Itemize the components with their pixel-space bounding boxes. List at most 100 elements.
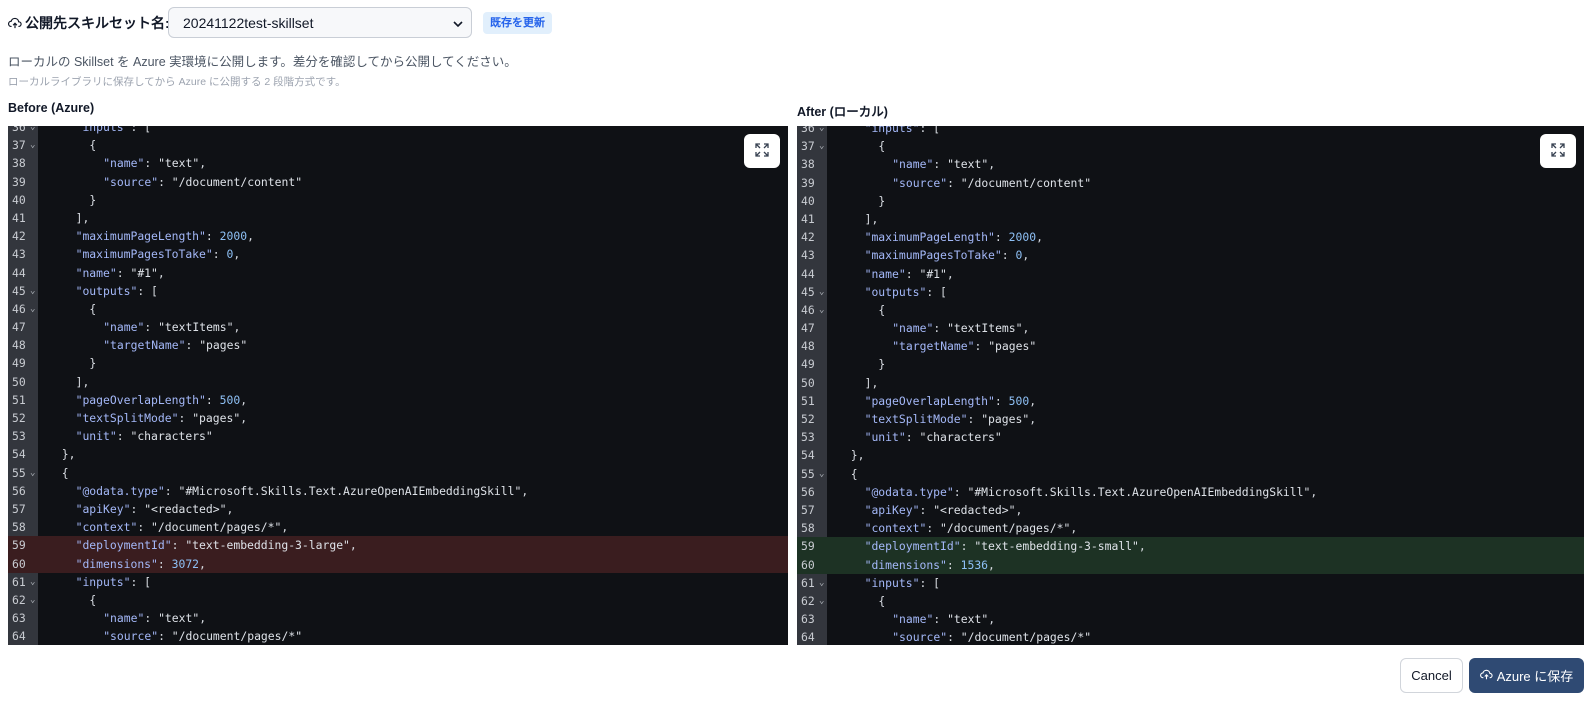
line-number: 53: [801, 430, 815, 445]
code-text: "name": "text",: [103, 154, 206, 172]
code-token: "text": [158, 156, 200, 171]
code-token: : [: [919, 126, 941, 135]
code-line: 54},: [797, 446, 1584, 464]
line-number: 53: [12, 429, 26, 444]
code-line: 38 "name": "text",: [797, 155, 1584, 173]
expand-button[interactable]: [1540, 134, 1576, 168]
skillset-select-value: 20241122test-skillset: [183, 14, 314, 31]
code-token: :: [1001, 248, 1016, 263]
code-line: 42 "maximumPageLength": 2000,: [8, 227, 788, 245]
code-text: "name": "text",: [103, 609, 206, 627]
code-token: ,: [988, 612, 996, 627]
code-token: ,: [233, 247, 241, 262]
code-line: 57 "apiKey": "<redacted>",: [797, 501, 1584, 519]
cloud-upload-icon: [1479, 668, 1493, 683]
code-token: ,: [1022, 248, 1030, 263]
code-lines: 36 ⌄ "inputs": [37 ⌄{38 "name": "text", 39 "so…: [797, 126, 1584, 645]
code-text: "dimensions": 3072,: [76, 555, 206, 573]
code-line: 53 "unit": "characters": [8, 427, 788, 445]
code-token: {: [89, 301, 97, 316]
cancel-button[interactable]: Cancel: [1400, 658, 1463, 693]
line-number: 56: [12, 483, 26, 498]
update-existing-badge: 既存を更新: [483, 12, 552, 34]
code-line: 41],: [8, 209, 788, 227]
code-token: :: [178, 411, 193, 425]
code-token: ,: [946, 266, 954, 281]
code-text: "maximumPageLength": 2000,: [76, 227, 254, 245]
code-text: {: [89, 300, 96, 318]
code-text: {: [89, 591, 96, 609]
code-token: "maximumPagesToTake": [75, 247, 213, 262]
fold-chevron-icon[interactable]: ⌄: [819, 465, 824, 483]
code-text: {: [62, 464, 69, 482]
fold-chevron-icon[interactable]: ⌄: [30, 136, 35, 154]
expand-icon: [1551, 142, 1565, 160]
code-token: :: [171, 538, 186, 553]
line-number: 44: [801, 266, 815, 281]
code-line: 58 "context": "/document/pages/*",: [797, 519, 1584, 537]
code-token: ],: [864, 375, 879, 390]
code-token: "pageOverlapLength": [864, 393, 995, 408]
line-number: 63: [801, 612, 815, 627]
code-token: "name": [75, 265, 117, 280]
code-token: ,: [521, 483, 529, 498]
code-token: "maximumPagesToTake": [864, 248, 1002, 263]
fold-chevron-icon[interactable]: ⌄: [30, 591, 35, 609]
fold-chevron-icon[interactable]: ⌄: [819, 574, 824, 592]
code-token: "/document/pages/*": [940, 521, 1071, 536]
fold-chevron-icon[interactable]: ⌄: [819, 126, 824, 137]
code-text: "outputs": [: [865, 283, 947, 301]
code-token: :: [144, 156, 159, 171]
code-token: ,: [240, 392, 248, 407]
cloud-upload-icon: [8, 17, 22, 29]
code-token: :: [974, 339, 989, 354]
fold-chevron-icon[interactable]: ⌄: [819, 137, 824, 155]
code-token: ,: [233, 320, 241, 335]
code-line-removed: 59 "deploymentId": "text-embedding-3-larg…: [8, 536, 788, 555]
before-code-editor[interactable]: 36 ⌄ "inputs": [37 ⌄{38 "name": "text", 39 "so…: [8, 126, 788, 645]
fold-chevron-icon[interactable]: ⌄: [30, 464, 35, 482]
code-token: :: [994, 230, 1009, 245]
line-number: 52: [12, 411, 26, 425]
fold-chevron-icon[interactable]: ⌄: [819, 592, 824, 610]
code-line: 37 ⌄{: [797, 137, 1584, 155]
line-number: 57: [801, 502, 815, 517]
code-token: }: [89, 356, 97, 371]
code-line: 36 ⌄ "inputs": [: [8, 126, 788, 136]
expand-button[interactable]: [744, 134, 780, 168]
save-to-azure-button[interactable]: Azure に保存: [1469, 658, 1584, 693]
code-token: "inputs": [75, 126, 131, 134]
fold-chevron-icon[interactable]: ⌄: [30, 282, 35, 300]
code-line: 58 "context": "/document/pages/*",: [8, 518, 788, 536]
code-token: "text-embedding-3-large": [185, 538, 350, 553]
code-token: ,: [349, 538, 357, 553]
code-line: 57 "apiKey": "<redacted>",: [8, 500, 788, 518]
after-code-editor[interactable]: 36 ⌄ "inputs": [37 ⌄{38 "name": "text", 39 "so…: [797, 126, 1584, 645]
skillset-select[interactable]: 20241122test-skillset: [168, 7, 472, 38]
code-text: "source": "/document/content": [103, 173, 302, 191]
code-token: ,: [988, 157, 996, 172]
code-line: 44 "name": "#1",: [797, 265, 1584, 283]
fold-chevron-icon[interactable]: ⌄: [30, 126, 35, 136]
code-text: "maximumPagesToTake": 0,: [865, 246, 1030, 264]
code-token: ],: [864, 211, 879, 226]
line-number: 47: [801, 321, 815, 336]
code-token: },: [850, 448, 865, 463]
code-token: ,: [240, 411, 248, 425]
code-line: 51 "pageOverlapLength": 500,: [8, 391, 788, 409]
skillset-header: 公開先スキルセット名:: [8, 7, 170, 38]
code-text: "inputs": [: [865, 126, 940, 137]
line-number: 51: [12, 392, 26, 407]
code-token: :: [205, 229, 220, 244]
code-token: "#1": [919, 266, 947, 281]
code-line: 61 ⌄ "inputs": [: [8, 573, 788, 591]
fold-chevron-icon[interactable]: ⌄: [819, 283, 824, 301]
fold-chevron-icon[interactable]: ⌄: [30, 573, 35, 591]
fold-chevron-icon[interactable]: ⌄: [30, 300, 35, 318]
line-number: 41: [801, 211, 815, 226]
code-token: :: [947, 630, 961, 645]
code-token: :: [185, 338, 200, 353]
fold-chevron-icon[interactable]: ⌄: [819, 301, 824, 319]
code-token: "<redacted>": [144, 501, 227, 516]
code-line: 63 "name": "text",: [8, 609, 788, 627]
